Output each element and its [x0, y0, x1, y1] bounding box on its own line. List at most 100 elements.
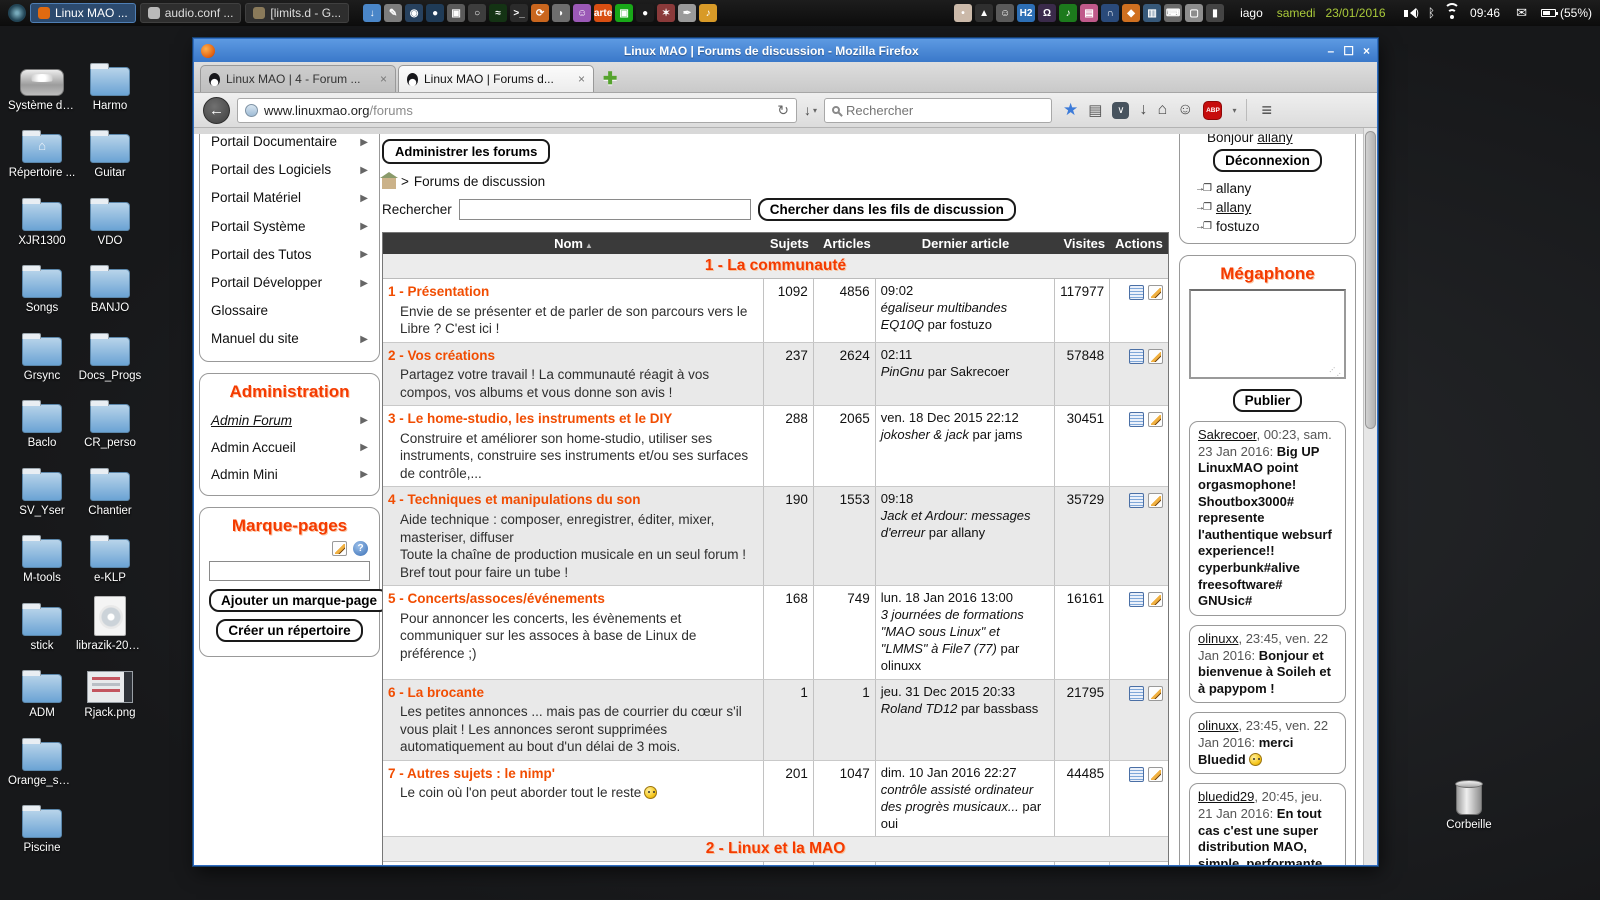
home-button-icon[interactable]: ⌂ [1157, 101, 1167, 119]
bookmarks-sidebar-icon[interactable]: ▤ [1088, 101, 1102, 119]
bookmark-name-input[interactable] [209, 560, 370, 581]
desktop-icon[interactable]: ADM [8, 652, 76, 719]
new-tab-button[interactable]: ✚ [603, 69, 617, 89]
desktop-icon[interactable]: SV_Yser [8, 449, 76, 517]
new-topic-icon[interactable] [1147, 592, 1163, 608]
abp-dropdown-icon[interactable]: ▾ [1232, 106, 1236, 115]
last-article-title[interactable]: PinGnu [881, 364, 924, 379]
music-player-icon[interactable]: ▣ [615, 4, 634, 22]
droplet-tray-icon[interactable]: ◆ [1122, 4, 1141, 22]
search-input[interactable] [846, 102, 1045, 118]
desktop-icon[interactable]: Rjack.png [76, 652, 144, 719]
sidebar-menu-item[interactable]: Portail des Tutos ▶ [209, 241, 370, 269]
piano-tray-icon[interactable]: ▥ [1143, 4, 1162, 22]
list-topics-icon[interactable] [1128, 493, 1144, 509]
desktop-icon[interactable]: Piscine [8, 787, 76, 854]
header-sujets[interactable]: Sujets [764, 236, 814, 251]
forum-link[interactable]: 1 - Présentation [388, 283, 758, 301]
scrollbar-thumb[interactable] [1365, 131, 1376, 429]
download-icon[interactable]: ↓ [363, 4, 382, 22]
terminal-icon[interactable]: >_ [510, 4, 529, 22]
keyboard-tray-icon[interactable]: ⌨ [1164, 4, 1183, 22]
message-author-link[interactable]: Sakrecoer [1198, 427, 1257, 442]
list-topics-icon[interactable] [1129, 285, 1144, 300]
desktop-icon[interactable]: Harmo [76, 44, 144, 112]
sidebar-menu-item[interactable]: Glossaire ▶ [209, 297, 370, 325]
header-dernier-article[interactable]: Dernier article [876, 236, 1056, 251]
admin-menu-item[interactable]: Admin Accueil ▶ [209, 434, 370, 461]
desktop-icon[interactable]: Système de ... [8, 44, 76, 112]
new-topic-icon[interactable] [1148, 285, 1163, 300]
camera-icon[interactable]: ▣ [447, 4, 466, 22]
gimp-icon[interactable]: ◗ [552, 4, 571, 22]
hydrogen-tray-icon[interactable]: H2 [1017, 4, 1036, 22]
list-topics-icon[interactable] [1128, 412, 1144, 428]
forum-link[interactable]: 5 - Concerts/assoces/événements [388, 590, 758, 608]
header-visites[interactable]: Visites [1055, 236, 1110, 251]
tab-close-icon[interactable]: × [380, 72, 387, 86]
taskbar-window-button[interactable]: Linux MAO ... [30, 3, 136, 23]
last-article-title[interactable]: Roland TD12 [881, 701, 958, 716]
desktop-icon[interactable]: Chantier [76, 449, 144, 517]
window-titlebar[interactable]: Linux MAO | Forums de discussion - Mozil… [194, 39, 1377, 62]
start-menu-icon[interactable] [8, 4, 26, 22]
bluetooth-icon[interactable]: ᛒ [1428, 6, 1435, 20]
synth-tray-icon[interactable]: ▤ [1080, 4, 1099, 22]
new-topic-icon[interactable] [1147, 685, 1163, 701]
mouse-tray-icon[interactable]: ▢ [1185, 4, 1204, 22]
desktop-icon[interactable]: stick [8, 584, 76, 652]
chat-icon[interactable]: ☺ [573, 4, 592, 22]
desktop-icon[interactable]: XJR1300 [8, 179, 76, 247]
create-folder-button[interactable]: Créer un répertoire [216, 618, 363, 642]
battery-indicator[interactable]: (55%) [1540, 6, 1592, 20]
clock-label[interactable]: 09:46 [1470, 6, 1500, 20]
web-app-icon[interactable]: ◉ [405, 4, 424, 22]
forum-link[interactable]: 7 - Autres sujets : le nimp' [388, 765, 758, 783]
desktop-icon[interactable]: Songs [8, 247, 76, 314]
new-topic-icon[interactable] [1147, 493, 1163, 509]
publish-button[interactable]: Publier [1232, 389, 1303, 412]
desktop-icon[interactable]: VDO [76, 179, 144, 247]
pen-icon[interactable]: ✒ [678, 4, 697, 22]
notes-icon[interactable]: ✎ [384, 4, 403, 22]
clock-tray-icon[interactable]: • [954, 4, 973, 22]
new-topic-icon[interactable] [1147, 348, 1163, 364]
home-icon[interactable] [380, 172, 398, 189]
battery-tray-icon[interactable]: ▮ [1206, 4, 1225, 22]
sidebar-menu-item[interactable]: Portail Développer ▶ [209, 269, 370, 297]
tab-close-icon[interactable]: × [578, 72, 585, 86]
forum-link[interactable]: 6 - La brocante [388, 684, 758, 702]
adblock-plus-icon[interactable]: ABP [1203, 100, 1223, 120]
reload-button[interactable]: ↻ [777, 102, 789, 119]
desktop-icon[interactable]: Docs_Progs [76, 314, 144, 382]
audio-wave-icon[interactable]: ≈ [489, 4, 508, 22]
sidebar-menu-item[interactable]: Portail Système ▶ [209, 213, 370, 241]
desktop-icon[interactable]: Répertoire ... [8, 112, 76, 179]
forum-search-button[interactable]: Chercher dans les fils de discussion [757, 198, 1016, 221]
desktop-icon[interactable]: Baclo [8, 382, 76, 449]
online-user-name[interactable]: allany [1216, 181, 1251, 196]
add-bookmark-button[interactable]: Ajouter un marque-page [209, 588, 390, 612]
page-scrollbar[interactable] [1363, 128, 1377, 865]
sidebar-menu-item[interactable]: Portail Matériel ▶ [209, 184, 370, 212]
pocket-icon[interactable]: ∨ [1112, 101, 1130, 119]
jack-tray-icon[interactable]: Ω [1038, 4, 1057, 22]
browser-tab[interactable]: Linux MAO | Forums d... × [398, 65, 594, 92]
help-icon[interactable]: ? [353, 540, 368, 556]
forum-link[interactable]: 2 - Vos créations [388, 347, 758, 365]
feedback-smiley-icon[interactable]: ☺ [1177, 101, 1193, 119]
arte-icon[interactable]: arte [594, 4, 613, 22]
arch-tray-icon[interactable]: ▲ [975, 4, 994, 22]
admin-menu-item[interactable]: Admin Mini ▶ [209, 461, 370, 488]
online-user-name[interactable]: allany [1216, 200, 1251, 215]
header-articles[interactable]: Articles [814, 236, 876, 251]
sidebar-menu-item[interactable]: Portail des Logiciels ▶ [209, 156, 370, 184]
volume-icon[interactable]: ) [1403, 8, 1419, 19]
note-tray-icon[interactable]: ♪ [1059, 4, 1078, 22]
maximize-button[interactable]: ☐ [1343, 44, 1354, 58]
penguin-icon[interactable]: ● [636, 4, 655, 22]
header-nom[interactable]: Nom ▲ [383, 236, 764, 251]
search-tool-icon[interactable]: ○ [468, 4, 487, 22]
desktop-icon[interactable]: librazik-201... [76, 584, 144, 652]
browser-search-field[interactable] [824, 97, 1053, 123]
